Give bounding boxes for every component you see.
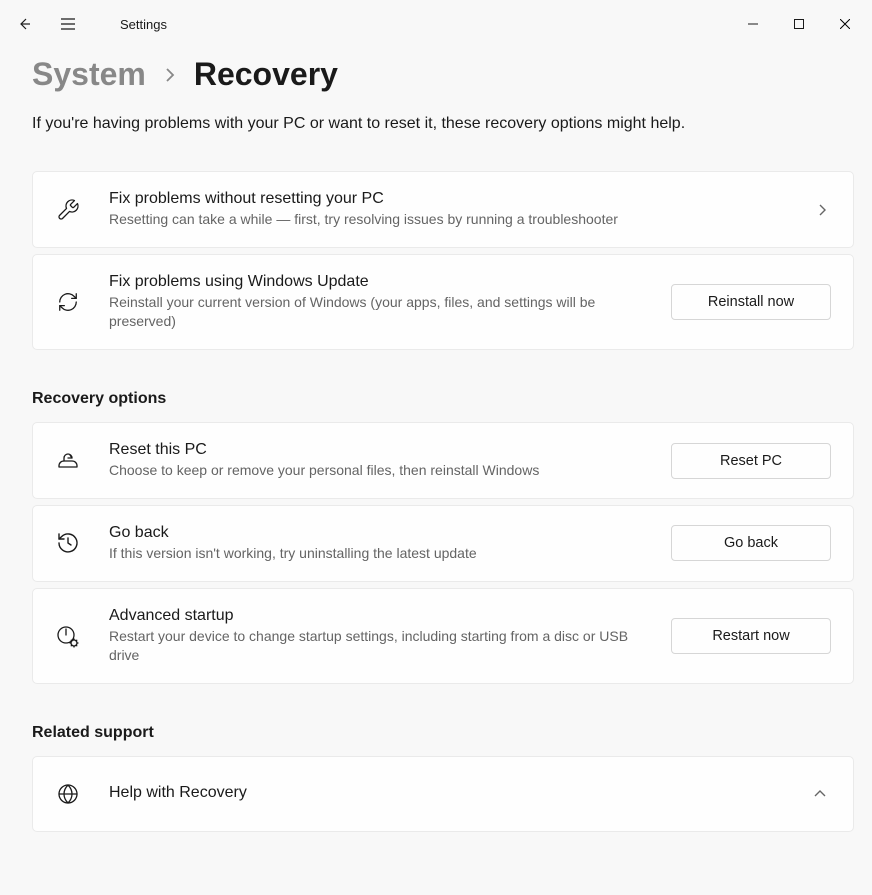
recovery-options-header: Recovery options [32, 390, 854, 408]
minimize-icon [748, 19, 758, 29]
breadcrumb: System Recovery [32, 56, 854, 93]
minimize-button[interactable] [730, 8, 776, 40]
breadcrumb-parent[interactable]: System [32, 56, 146, 93]
card-desc: If this version isn't working, try unins… [109, 544, 643, 563]
card-title: Go back [109, 524, 643, 542]
card-text: Help with Recovery [109, 784, 781, 804]
reset-pc-card: Reset this PC Choose to keep or remove y… [32, 422, 854, 499]
go-back-button[interactable]: Go back [671, 525, 831, 561]
globe-icon [55, 781, 81, 807]
help-with-recovery-card[interactable]: Help with Recovery [32, 756, 854, 832]
card-text: Fix problems using Windows Update Reinst… [109, 273, 643, 331]
chevron-right-icon [813, 203, 831, 217]
card-text: Go back If this version isn't working, t… [109, 524, 643, 563]
card-desc: Restart your device to change startup se… [109, 627, 643, 665]
fix-problems-group: Fix problems without resetting your PC R… [32, 171, 854, 350]
close-button[interactable] [822, 8, 868, 40]
card-title: Help with Recovery [109, 784, 781, 802]
content: System Recovery If you're having problem… [0, 48, 872, 832]
card-text: Reset this PC Choose to keep or remove y… [109, 441, 643, 480]
card-desc: Choose to keep or remove your personal f… [109, 461, 643, 480]
close-icon [840, 19, 850, 29]
intro-text: If you're having problems with your PC o… [32, 113, 854, 135]
advanced-startup-card: Advanced startup Restart your device to … [32, 588, 854, 684]
card-title: Reset this PC [109, 441, 643, 459]
card-title: Advanced startup [109, 607, 643, 625]
refresh-icon [55, 289, 81, 315]
related-support-header: Related support [32, 724, 854, 742]
card-desc: Resetting can take a while — first, try … [109, 210, 785, 229]
history-icon [55, 530, 81, 556]
maximize-button[interactable] [776, 8, 822, 40]
card-title: Fix problems using Windows Update [109, 273, 643, 291]
windows-update-fix-card: Fix problems using Windows Update Reinst… [32, 254, 854, 350]
card-text: Advanced startup Restart your device to … [109, 607, 643, 665]
related-support-group: Help with Recovery [32, 756, 854, 832]
reset-pc-icon [55, 448, 81, 474]
menu-button[interactable] [48, 4, 88, 44]
go-back-card: Go back If this version isn't working, t… [32, 505, 854, 582]
card-title: Fix problems without resetting your PC [109, 190, 785, 208]
card-text: Fix problems without resetting your PC R… [109, 190, 785, 229]
back-button[interactable] [4, 4, 44, 44]
troubleshooter-card[interactable]: Fix problems without resetting your PC R… [32, 171, 854, 248]
chevron-up-icon [809, 789, 831, 799]
window-controls [730, 8, 868, 40]
reset-pc-button[interactable]: Reset PC [671, 443, 831, 479]
titlebar-left: Settings [4, 4, 167, 44]
reinstall-now-button[interactable]: Reinstall now [671, 284, 831, 320]
hamburger-icon [60, 17, 76, 31]
titlebar: Settings [0, 0, 872, 48]
power-gear-icon [55, 623, 81, 649]
breadcrumb-current: Recovery [194, 56, 338, 93]
card-desc: Reinstall your current version of Window… [109, 293, 643, 331]
chevron-right-icon [164, 67, 176, 83]
restart-now-button[interactable]: Restart now [671, 618, 831, 654]
maximize-icon [794, 19, 804, 29]
arrow-left-icon [16, 16, 32, 32]
recovery-options-group: Reset this PC Choose to keep or remove y… [32, 422, 854, 684]
app-title: Settings [120, 17, 167, 32]
wrench-icon [55, 197, 81, 223]
